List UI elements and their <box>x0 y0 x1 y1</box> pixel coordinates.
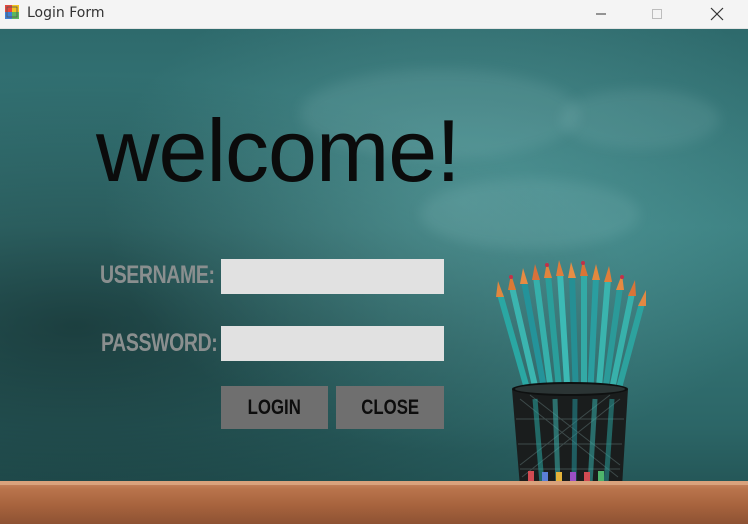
window-title: Login Form <box>27 5 105 21</box>
maximize-button <box>634 0 680 28</box>
username-label: USERNAME: <box>100 261 215 289</box>
app-icon <box>5 5 19 19</box>
close-button-label: CLOSE <box>361 395 419 419</box>
login-button[interactable]: LOGIN <box>221 386 328 429</box>
window-close-button[interactable] <box>694 0 740 28</box>
close-icon <box>710 7 724 21</box>
pencil-cup-image <box>496 260 646 491</box>
title-bar: Login Form <box>0 0 748 29</box>
chalk-smudge <box>560 89 720 149</box>
desk-edge <box>0 481 748 485</box>
close-button[interactable]: CLOSE <box>336 386 444 429</box>
wooden-desk <box>0 481 748 524</box>
maximize-icon <box>652 9 662 19</box>
password-label: PASSWORD: <box>101 329 218 357</box>
minimize-icon <box>596 13 606 15</box>
username-input[interactable] <box>221 259 444 294</box>
login-button-label: LOGIN <box>247 395 302 419</box>
password-input[interactable] <box>221 326 444 361</box>
welcome-heading: welcome! <box>96 101 461 200</box>
minimize-button[interactable] <box>578 0 624 28</box>
login-form-background: welcome! USERNAME: PASSWORD: LOGIN CLOSE <box>0 29 748 524</box>
